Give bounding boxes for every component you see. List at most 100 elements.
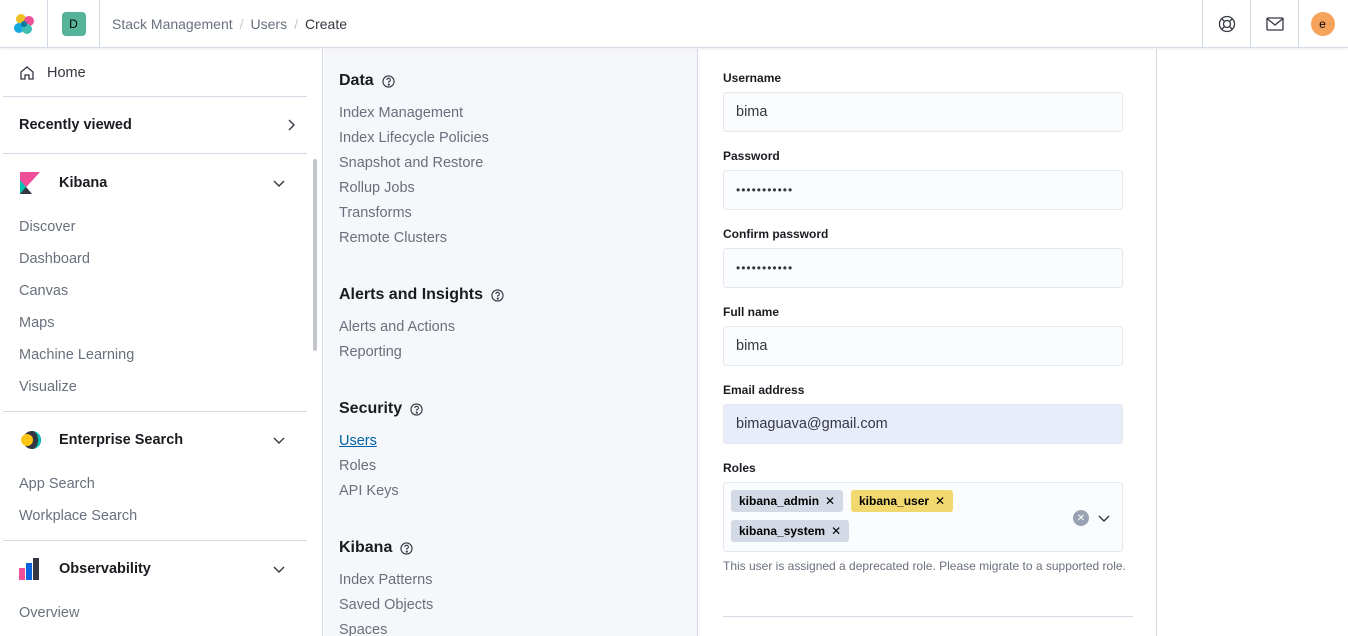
breadcrumb-create: Create [304, 16, 347, 32]
form-divider [723, 616, 1133, 617]
recently-viewed-label: Recently viewed [19, 117, 132, 133]
primary-side-nav: Home Recently viewed Kibana Discover Das… [3, 49, 323, 636]
breadcrumb-users[interactable]: Users [251, 16, 288, 32]
section-security-label: Security [339, 400, 403, 417]
mail-icon [1265, 17, 1284, 31]
menu-item-snapshot-restore[interactable]: Snapshot and Restore [339, 155, 483, 171]
section-security-title: Security [339, 400, 423, 418]
newsfeed-button[interactable] [1250, 0, 1298, 48]
email-field[interactable]: bimaguava@gmail.com [723, 404, 1123, 444]
nav-home-label: Home [47, 64, 86, 81]
nav-group-kibana-toggle[interactable]: Kibana [3, 155, 307, 211]
chevron-down-icon[interactable] [1096, 510, 1112, 526]
menu-item-api-keys[interactable]: API Keys [339, 483, 399, 499]
nav-item-maps[interactable]: Maps [3, 307, 307, 339]
space-selector[interactable]: D [48, 0, 100, 48]
menu-item-alerts-actions[interactable]: Alerts and Actions [339, 319, 455, 335]
chevron-down-icon [273, 180, 285, 187]
menu-item-spaces[interactable]: Spaces [339, 622, 387, 636]
password-field[interactable]: ••••••••••• [723, 170, 1123, 210]
menu-item-roles[interactable]: Roles [339, 458, 376, 474]
menu-item-reporting[interactable]: Reporting [339, 344, 402, 360]
menu-item-index-lifecycle-policies[interactable]: Index Lifecycle Policies [339, 130, 489, 146]
password-label: Password [723, 149, 780, 163]
nav-item-machine-learning[interactable]: Machine Learning [3, 339, 307, 371]
nav-group-kibana: Kibana Discover Dashboard Canvas Maps Ma… [3, 155, 307, 403]
nav-group-kibana-title: Kibana [59, 175, 108, 191]
breadcrumb-stack-management[interactable]: Stack Management [112, 16, 233, 32]
roles-label: Roles [723, 461, 756, 475]
email-label: Email address [723, 383, 805, 397]
management-side-menu: Data Index Management Index Lifecycle Po… [324, 49, 698, 636]
close-icon[interactable]: ✕ [825, 494, 835, 508]
user-menu-button[interactable]: e [1298, 0, 1346, 48]
nav-group-enterprise-search: Enterprise Search App Search Workplace S… [3, 412, 307, 532]
menu-item-index-management[interactable]: Index Management [339, 105, 463, 121]
nav-item-discover[interactable]: Discover [3, 211, 307, 243]
question-icon[interactable] [410, 402, 423, 416]
role-pill-label: kibana_user [859, 494, 930, 508]
menu-item-transforms[interactable]: Transforms [339, 205, 412, 221]
roles-help-text: This user is assigned a deprecated role.… [723, 559, 1126, 573]
nav-item-canvas[interactable]: Canvas [3, 275, 307, 307]
top-header: D Stack Management / Users / Create e [0, 0, 1348, 48]
help-lifebuoy-icon [1218, 15, 1235, 33]
help-button[interactable] [1202, 0, 1250, 48]
nav-item-workplace-search[interactable]: Workplace Search [3, 500, 307, 532]
breadcrumb-separator: / [294, 16, 298, 32]
nav-group-observability: Observability Overview [3, 541, 307, 629]
menu-item-index-patterns[interactable]: Index Patterns [339, 572, 433, 588]
breadcrumb: Stack Management / Users / Create [112, 0, 347, 48]
section-kibana-label: Kibana [339, 539, 393, 556]
close-icon[interactable]: ✕ [831, 524, 841, 538]
kibana-logo-icon [19, 172, 41, 194]
enterprise-search-logo-icon [19, 429, 41, 451]
home-icon [20, 65, 34, 80]
observability-logo-icon [19, 558, 41, 580]
nav-group-observability-title: Observability [59, 561, 151, 577]
elastic-logo-button[interactable] [0, 0, 48, 48]
role-pill-kibana-system: kibana_system ✕ [731, 520, 850, 542]
nav-item-visualize[interactable]: Visualize [3, 371, 307, 403]
full-name-field[interactable]: bima [723, 326, 1123, 366]
menu-item-rollup-jobs[interactable]: Rollup Jobs [339, 180, 415, 196]
username-field[interactable]: bima [723, 92, 1123, 132]
chevron-down-icon [273, 437, 285, 444]
section-data-label: Data [339, 72, 374, 89]
menu-item-remote-clusters[interactable]: Remote Clusters [339, 230, 447, 246]
menu-item-saved-objects[interactable]: Saved Objects [339, 597, 433, 613]
nav-item-dashboard[interactable]: Dashboard [3, 243, 307, 275]
avatar: e [1310, 12, 1335, 36]
question-icon[interactable] [400, 541, 413, 555]
nav-item-app-search[interactable]: App Search [3, 468, 307, 500]
nav-item-overview[interactable]: Overview [3, 597, 307, 629]
roles-combobox[interactable]: kibana_admin ✕ kibana_user ✕ kibana_syst… [723, 482, 1123, 552]
role-pill-kibana-user: kibana_user ✕ [851, 490, 954, 512]
section-data-title: Data [339, 72, 395, 90]
role-pill-label: kibana_admin [739, 494, 820, 508]
question-icon[interactable] [491, 288, 504, 302]
section-kibana-title: Kibana [339, 539, 413, 557]
create-user-form: Username bima Password ••••••••••• Confi… [699, 49, 1157, 636]
role-pill-label: kibana_system [739, 524, 826, 538]
chevron-right-icon [288, 119, 295, 131]
space-avatar: D [61, 12, 86, 36]
nav-home-link[interactable]: Home [3, 49, 307, 97]
elastic-logo-icon [13, 14, 34, 34]
confirm-password-field[interactable]: ••••••••••• [723, 248, 1123, 288]
question-icon[interactable] [382, 74, 395, 88]
recently-viewed-toggle[interactable]: Recently viewed [3, 97, 307, 154]
role-pill-kibana-admin: kibana_admin ✕ [731, 490, 844, 512]
section-alerts-label: Alerts and Insights [339, 286, 484, 303]
chevron-down-icon [273, 566, 285, 573]
clear-roles-button[interactable]: ✕ [1073, 510, 1089, 526]
close-icon[interactable]: ✕ [935, 494, 945, 508]
nav-scrollbar[interactable] [313, 159, 317, 351]
nav-group-enterprise-search-title: Enterprise Search [59, 432, 184, 448]
menu-item-users[interactable]: Users [339, 433, 377, 449]
nav-group-observability-toggle[interactable]: Observability [3, 541, 307, 597]
section-alerts-title: Alerts and Insights [339, 286, 504, 304]
nav-group-enterprise-search-toggle[interactable]: Enterprise Search [3, 412, 307, 468]
full-name-label: Full name [723, 305, 780, 319]
breadcrumb-separator: / [239, 16, 244, 32]
